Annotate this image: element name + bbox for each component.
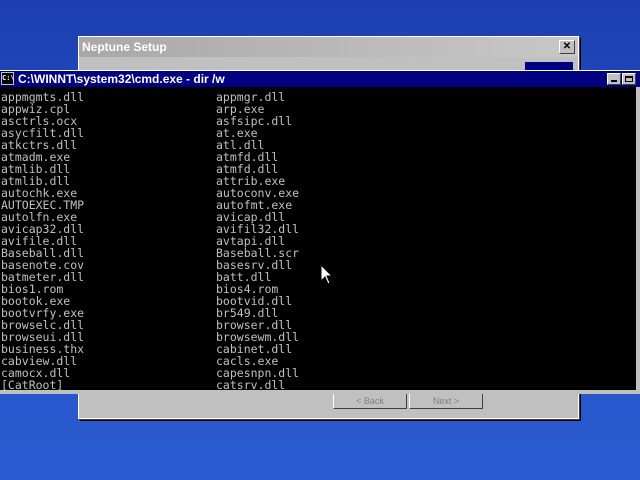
dir-listing-row: autochk.exe autoconv.exe [0, 187, 636, 199]
console-icon[interactable]: C:\ [1, 72, 15, 85]
dir-listing-row: business.thx cabinet.dll [0, 343, 636, 355]
setup-title: Neptune Setup [82, 40, 167, 54]
cmd-titlebar[interactable]: C:\ C:\WINNT\system32\cmd.exe - dir /w [0, 70, 640, 87]
dir-listing-row: asctrls.ocx asfsipc.dll [0, 115, 636, 127]
maximize-icon [625, 76, 633, 82]
dir-listing-row: atmlib.dll attrib.exe [0, 175, 636, 187]
dir-listing-row: atkctrs.dll atl.dll [0, 139, 636, 151]
maximize-button[interactable] [622, 73, 636, 85]
dir-listing-row: asycfilt.dll at.exe [0, 127, 636, 139]
dir-listing-row: basenote.cov basesrv.dll [0, 259, 636, 271]
dir-listing-row: avicap32.dll avifil32.dll [0, 223, 636, 235]
setup-next-button[interactable]: Next > [409, 393, 483, 409]
file-entry: catsrv.dll [216, 378, 286, 390]
dir-listing-row: bootvrfy.exe br549.dll [0, 307, 636, 319]
cmd-window: C:\ C:\WINNT\system32\cmd.exe - dir /w a… [0, 70, 640, 394]
console-output[interactable]: appmgmts.dll appmgr.dll appwiz.cpl arp.exe a… [0, 87, 636, 390]
cmd-title: C:\WINNT\system32\cmd.exe - dir /w [18, 72, 225, 86]
setup-close-button[interactable]: ✕ [559, 40, 575, 54]
minimize-button[interactable] [607, 73, 621, 85]
file-entry: [CatRoot] [1, 378, 64, 390]
dir-listing-row: browselc.dll browser.dll [0, 319, 636, 331]
dir-listing-row: bootok.exe bootvid.dll [0, 295, 636, 307]
dir-listing-row: atmlib.dll atmfd.dll [0, 163, 636, 175]
setup-titlebar[interactable]: Neptune Setup ✕ [79, 37, 578, 57]
mouse-pointer-icon [320, 264, 334, 285]
dir-listing-row: Baseball.dll Baseball.scr [0, 247, 636, 259]
dir-listing-row: cabview.dll cacls.exe [0, 355, 636, 367]
dir-listing-row: appwiz.cpl arp.exe [0, 103, 636, 115]
setup-progress-strip [525, 62, 573, 70]
dir-listing-row: autolfn.exe avicap.dll [0, 211, 636, 223]
dir-listing-row: bios1.rom bios4.rom [0, 283, 636, 295]
dir-listing-row: appmgmts.dll appmgr.dll [0, 91, 636, 103]
dir-listing-row: avifile.dll avtapi.dll [0, 235, 636, 247]
dir-listing-row: camocx.dll capesnpn.dll [0, 367, 636, 379]
dir-listing-row: [CatRoot] catsrv.dll [0, 379, 636, 390]
dir-listing-row: AUTOEXEC.TMP autofmt.exe [0, 199, 636, 211]
setup-back-button[interactable]: < Back [333, 393, 407, 409]
dir-listing-row: atmadm.exe atmfd.dll [0, 151, 636, 163]
dir-listing-row: batmeter.dll batt.dll [0, 271, 636, 283]
minimize-icon [611, 80, 617, 82]
dir-listing-row: browseui.dll browsewm.dll [0, 331, 636, 343]
